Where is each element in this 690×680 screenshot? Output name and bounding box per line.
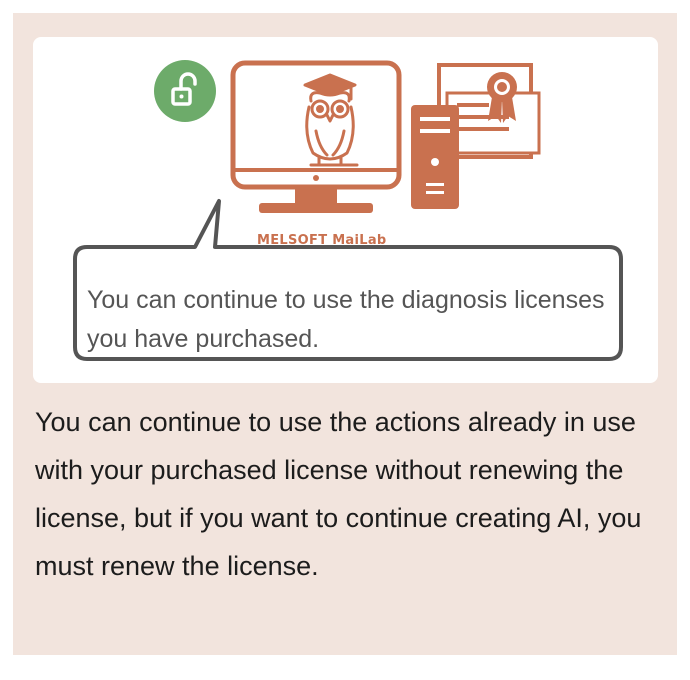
info-card: MELSOFT MaiLab You can continue to use t… xyxy=(13,13,677,655)
speech-bubble-text: You can continue to use the diagnosis li… xyxy=(87,286,605,353)
license-illustration: MELSOFT MaiLab You can continue to use t… xyxy=(33,37,658,383)
brand-label: MELSOFT MaiLab xyxy=(257,233,387,248)
unlock-icon xyxy=(154,60,216,122)
server-tower-icon xyxy=(411,105,459,209)
description-text: You can continue to use the actions alre… xyxy=(35,407,642,581)
